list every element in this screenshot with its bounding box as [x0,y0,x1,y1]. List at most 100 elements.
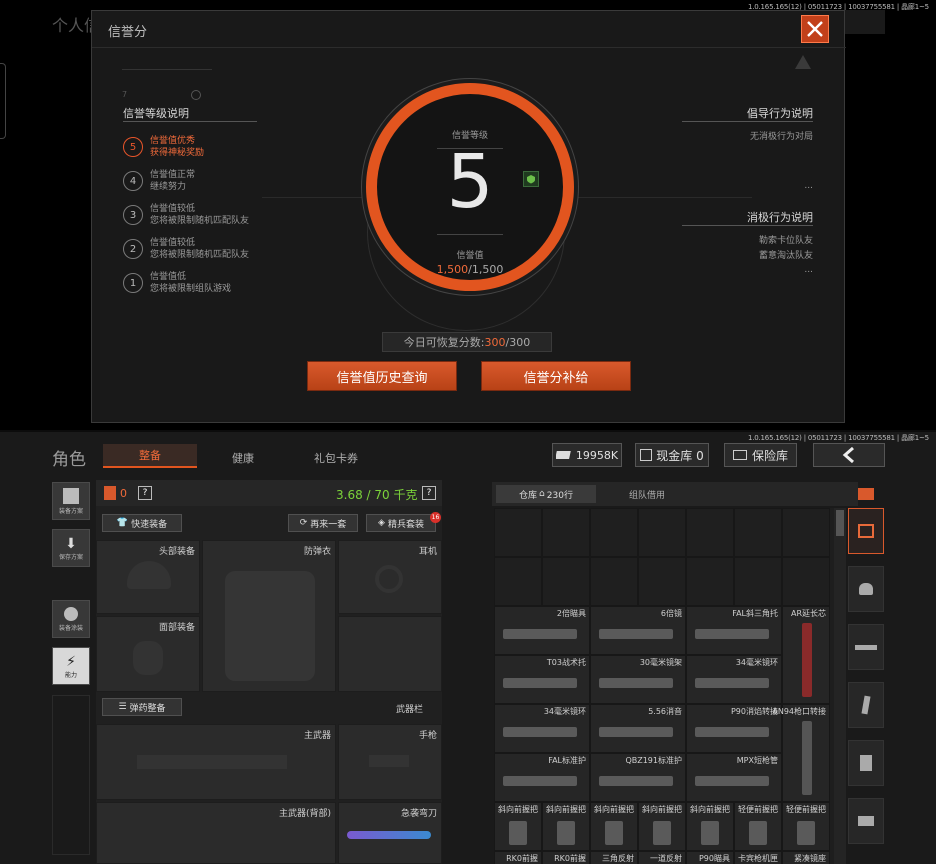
storage-item[interactable]: 斜向前握把 [686,802,734,851]
storage-scrollbar[interactable] [834,508,846,864]
side-label: 装备方案 [58,507,83,515]
storage-item[interactable]: FAL标准护 [494,753,590,802]
tab-equip[interactable]: 整备 [103,444,197,468]
category-weapon[interactable] [848,624,884,670]
pistol-slot[interactable]: 手枪 [338,724,442,800]
storage-item-name: 紧凑镜座 [794,854,826,863]
storage-item[interactable]: 紧凑镜座 [782,851,830,864]
storage-item[interactable]: 轻便前握把 [782,802,830,851]
storage-item[interactable]: 斜向前握把 [590,802,638,851]
slot-label: 主武器 [303,731,331,741]
storage-item[interactable]: P90瞄具 [686,851,734,864]
credit-score-dialog: 信誉分 7 信誉等级说明 5 信誉值优秀 获得神秘奖励 4 信誉值正常 继续努力 3… [91,10,846,423]
storage-item[interactable]: 一道反射 [638,851,686,864]
storage-item[interactable]: T03战术托 [494,655,590,704]
storage-item[interactable]: 斜向前握把 [494,802,542,851]
advocated-more: ... [804,181,813,191]
tab-storage[interactable]: 仓库 ⌂ 230行 [496,485,596,503]
armor-slot[interactable]: 防弹衣 [202,540,336,692]
storage-item[interactable]: AR延长芯 [782,606,830,704]
empty-storage-cell [734,557,782,606]
storage-item-name: 一道反射 [650,854,682,863]
storage-item-name: T03战术托 [546,658,586,667]
storage-item[interactable]: 6倍镜 [590,606,686,655]
storage-item-name: 6倍镜 [660,609,682,618]
storage-item[interactable]: 5.56消音 [590,704,686,753]
advocated-item: 无消极行为对局 [749,132,813,142]
history-query-button[interactable]: 信誉值历史查询 [307,361,457,391]
storage-item-name: 斜向前握把 [498,805,538,814]
close-button[interactable] [801,15,829,43]
tab-team-borrow[interactable]: 组队借用 [602,485,692,503]
storage-item[interactable]: 卡宾枪机匣 [734,851,782,864]
storage-item[interactable]: 斜向前握把 [542,802,590,851]
storage-item[interactable]: 轻便前握把 [734,802,782,851]
elite-set-button[interactable]: ◈ 精兵套装 [366,514,436,532]
storage-item[interactable]: 2倍瞄具 [494,606,590,655]
storage-item[interactable]: RK0前握 [542,851,590,864]
close-icon [807,21,823,37]
face-slot[interactable]: 面部装备 [96,616,200,692]
storage-item[interactable]: 30毫米镜架 [590,655,686,704]
loadout-plan-button[interactable]: 装备方案 [52,482,90,520]
slot-label: 耳机 [418,547,437,557]
storage-item[interactable]: QBZ191标准护 [590,753,686,802]
scroll-thumb[interactable] [836,510,844,536]
skin-button[interactable]: 装备涂装 [52,600,90,638]
save-plan-button[interactable]: ⬇ 保存方案 [52,529,90,567]
back-button[interactable] [813,443,885,467]
ammo-icon [860,755,872,771]
storage-item[interactable]: 三角反射 [590,851,638,864]
back-weapon-slot[interactable]: 主武器(背部) [96,802,336,864]
credit-shield-icon[interactable] [523,171,539,187]
ability-button[interactable]: ⚡ 能力 [52,647,90,685]
knife-slot[interactable]: 急袭弯刀 [338,802,442,864]
currency-display[interactable]: 19958K [552,443,622,467]
primary-weapon-slot[interactable]: 主武器 [96,724,336,800]
storage-item-name: MPX短枪管 [736,756,778,765]
help-icon[interactable]: ? [422,486,436,500]
credit-supply-button[interactable]: 信誉分补给 [481,361,631,391]
item-image [701,821,719,845]
storage-item[interactable]: FAL斜三角托 [686,606,782,655]
empty-storage-cell [782,508,830,557]
storage-item[interactable]: AN94枪口转接 [772,704,830,802]
head-slot[interactable]: 头部装备 [96,540,200,614]
storage-item-name: P90瞄具 [698,854,730,863]
deco-mark: 7 [122,90,128,99]
tab-health[interactable]: 健康 [232,450,254,466]
storage-item-name: 三角反射 [602,854,634,863]
storage-item-name: RK0前握 [506,854,538,863]
ammo-label: 弹药整备 [129,703,166,714]
storage-item-name: 卡宾枪机匣 [738,854,778,863]
category-magazine[interactable] [848,682,884,728]
credit-level-ring: 信誉等级 5 信誉值 1,500/1,500 [366,83,574,291]
item-image [503,776,577,786]
empty-storage-cell [590,557,638,606]
item-image [503,678,577,688]
cash-vault-button[interactable]: 现金库 0 [635,443,709,467]
storage-item[interactable]: 34毫米镜环 [494,704,590,753]
category-gear[interactable] [848,566,884,612]
storage-item[interactable]: RK0前握 [494,851,542,864]
tab-gift[interactable]: 礼包卡券 [314,450,358,466]
storage-item[interactable]: 34毫米镜环 [686,655,782,704]
stack-icon[interactable] [848,482,884,506]
storage-item[interactable]: 斜向前握把 [638,802,686,851]
ammo-button[interactable]: ☰ 弹药整备 [102,698,182,716]
shield-icon: ◈ [378,518,385,528]
category-all[interactable] [848,508,884,554]
category-parts[interactable] [848,798,884,844]
storage-item[interactable]: P90消焰转接 [686,704,782,753]
quick-equip-button[interactable]: 👕 快速装备 [102,514,182,532]
level-item-5: 5 信誉值优秀 获得神秘奖励 [123,130,249,164]
again-button[interactable]: ⟳ 再来一套 [288,514,358,532]
storage-item[interactable]: MPX短枪管 [686,753,782,802]
item-image [509,821,527,845]
category-ammo[interactable] [848,740,884,786]
item-image [557,821,575,845]
safe-button[interactable]: 保险库 [724,443,797,467]
help-icon[interactable]: ? [138,486,152,500]
level-line1: 信誉值优秀 [150,136,196,146]
headset-slot[interactable]: 耳机 [338,540,442,614]
